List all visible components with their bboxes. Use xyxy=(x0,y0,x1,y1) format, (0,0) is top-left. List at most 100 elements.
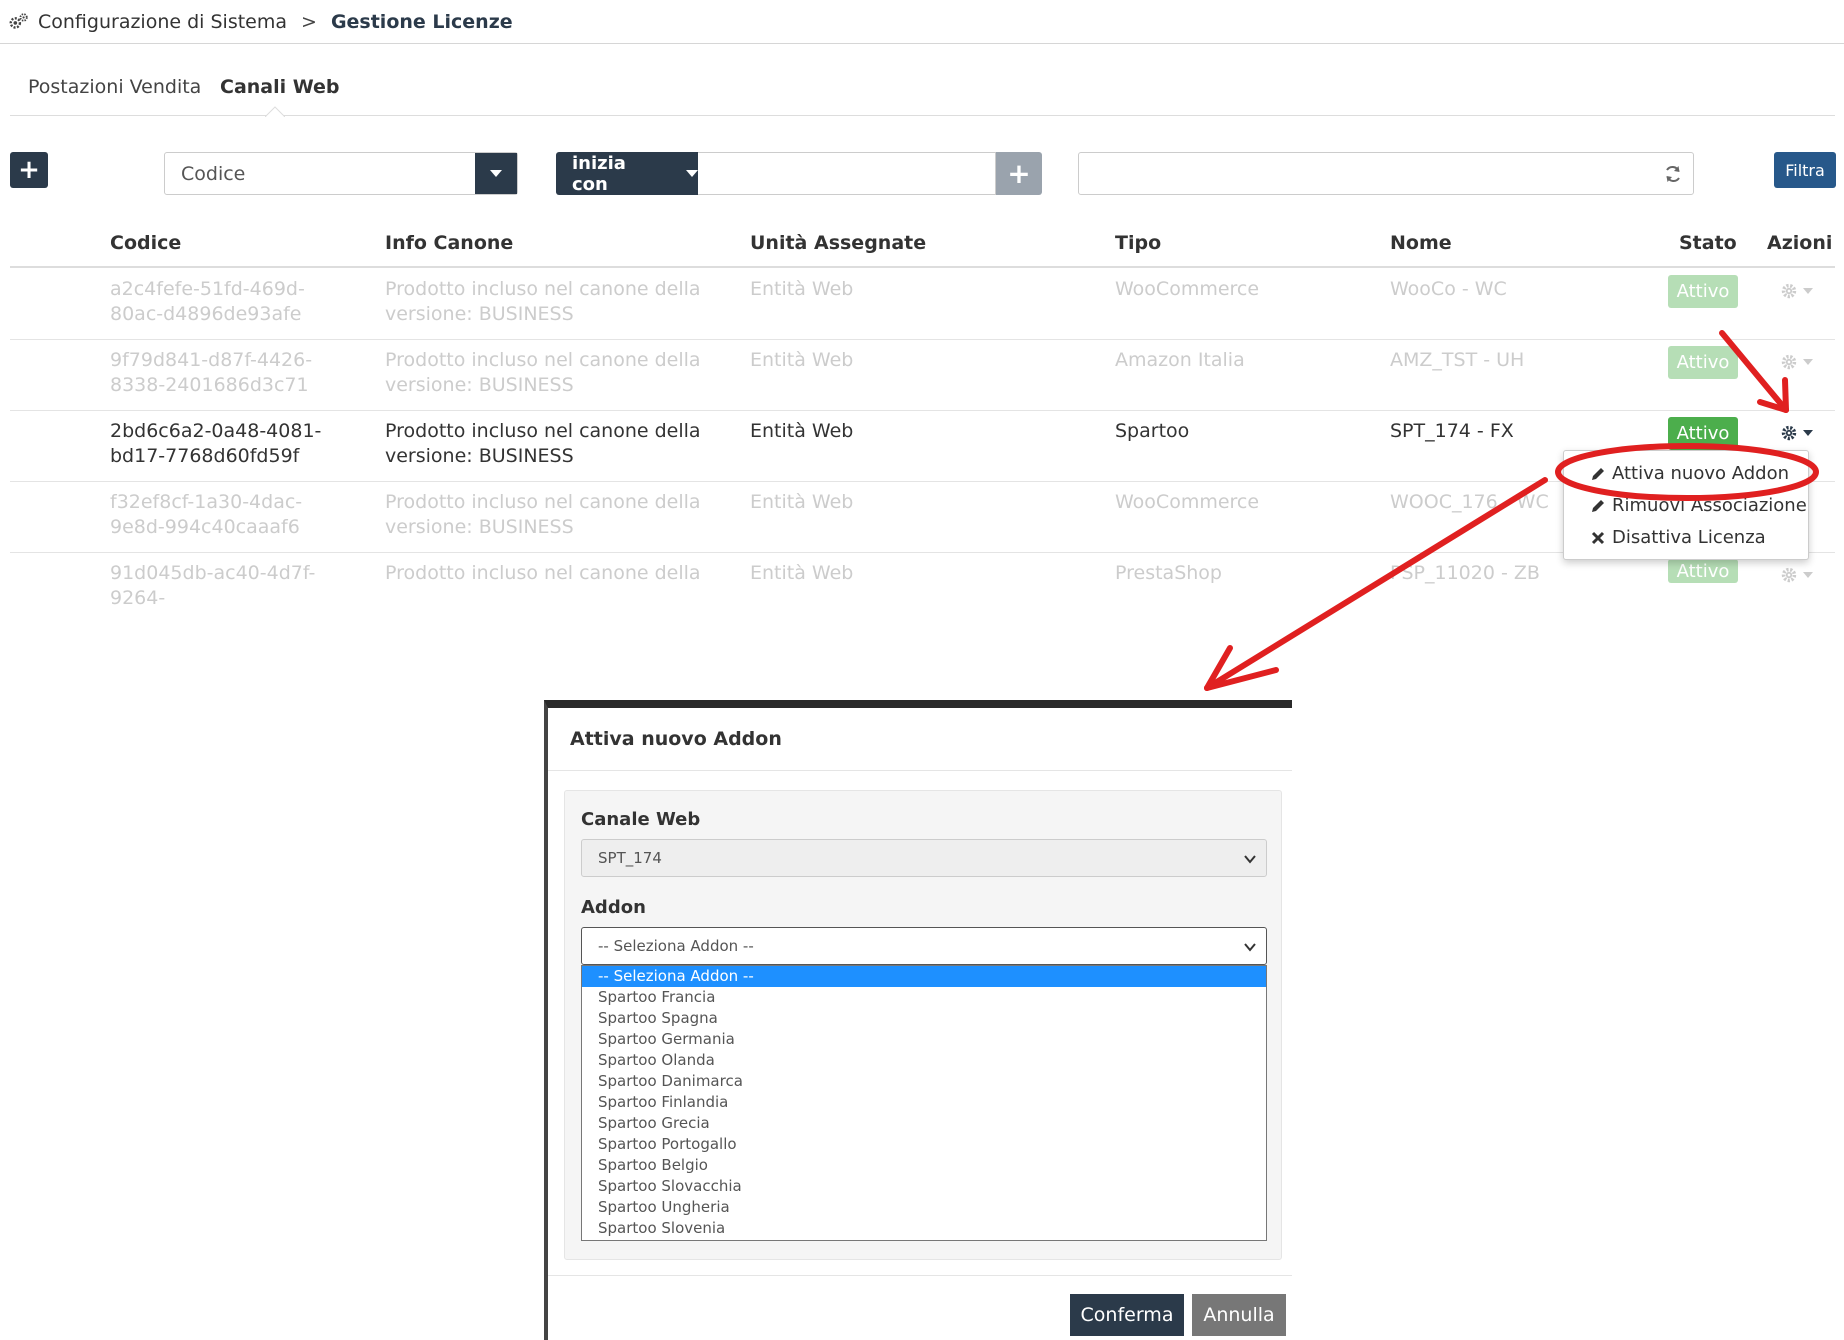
canale-web-select[interactable]: SPT_174 xyxy=(581,839,1267,877)
addon-select[interactable]: -- Seleziona Addon -- xyxy=(581,927,1267,965)
tab-canali-web[interactable]: Canali Web xyxy=(220,76,340,98)
status-badge: Attivo xyxy=(1668,417,1738,450)
caret-down-icon xyxy=(1803,288,1813,294)
addon-option[interactable]: -- Seleziona Addon -- xyxy=(582,966,1266,987)
search-input[interactable] xyxy=(1078,152,1694,195)
tab-postazioni-vendita[interactable]: Postazioni Vendita xyxy=(28,76,201,98)
cell-codice: f32ef8cf-1a30-4dac-9e8d-994c40caaaf6 xyxy=(110,491,303,538)
actions-gear-button[interactable] xyxy=(1780,565,1820,585)
cell-unita: Entità Web xyxy=(750,420,854,442)
field-select[interactable]: Codice xyxy=(164,152,518,195)
col-header-info-canone[interactable]: Info Canone xyxy=(385,232,513,254)
field-select-toggle[interactable] xyxy=(475,153,517,194)
caret-down-icon xyxy=(1803,572,1813,578)
cell-codice: 9f79d841-d87f-4426-8338-2401686d3c71 xyxy=(110,349,313,396)
table-row[interactable]: f32ef8cf-1a30-4dac-9e8d-994c40caaaf6 Pro… xyxy=(10,482,1835,553)
gear-icon xyxy=(1781,425,1797,441)
cell-unita: Entità Web xyxy=(750,278,854,300)
gear-icon xyxy=(1781,354,1797,370)
gear-icon xyxy=(1781,567,1797,583)
addon-option[interactable]: Spartoo Slovenia xyxy=(582,1218,1266,1239)
menu-item-label: Attiva nuovo Addon xyxy=(1612,463,1790,484)
active-tab-caret xyxy=(265,106,285,117)
pencil-icon xyxy=(1592,467,1604,480)
filter-value-input[interactable] xyxy=(698,152,996,195)
cell-nome: PSP_11020 - ZB xyxy=(1390,562,1540,584)
addon-select-value: -- Seleziona Addon -- xyxy=(598,937,754,955)
caret-down-icon xyxy=(1803,430,1813,436)
col-header-codice[interactable]: Codice xyxy=(110,232,181,254)
caret-down-icon xyxy=(1803,359,1813,365)
menu-item-disattiva-licenza[interactable]: Disattiva Licenza xyxy=(1590,527,1766,548)
addon-option[interactable]: Spartoo Portogallo xyxy=(582,1134,1266,1155)
addon-option[interactable]: Spartoo Finlandia xyxy=(582,1092,1266,1113)
modal-title: Attiva nuovo Addon xyxy=(570,728,782,750)
filter-button[interactable]: Filtra xyxy=(1774,152,1836,188)
attiva-addon-modal: Attiva nuovo Addon Canale Web SPT_174 Ad… xyxy=(544,700,1292,1340)
breadcrumb-parent[interactable]: Configurazione di Sistema xyxy=(38,11,287,33)
breadcrumb-current: Gestione Licenze xyxy=(330,10,513,33)
divider xyxy=(548,1275,1292,1276)
times-icon xyxy=(1591,531,1605,544)
table-row[interactable]: a2c4fefe-51fd-469d-80ac-d4896de93afe Pro… xyxy=(10,269,1835,340)
addon-option[interactable]: Spartoo Ungheria xyxy=(582,1197,1266,1218)
cell-tipo: PrestaShop xyxy=(1115,562,1222,584)
table-row[interactable]: 2bd6c6a2-0a48-4081-bd17-7768d60fd59f Pro… xyxy=(10,411,1835,482)
addon-option[interactable]: Spartoo Spagna xyxy=(582,1008,1266,1029)
addon-option[interactable]: Spartoo Germania xyxy=(582,1029,1266,1050)
addon-label: Addon xyxy=(581,897,646,918)
col-header-stato[interactable]: Stato xyxy=(1679,232,1737,254)
cell-nome: WOOC_176 - WC xyxy=(1390,491,1549,513)
cell-info-canone: Prodotto incluso nel canone della versio… xyxy=(385,420,701,467)
table-row[interactable]: 91d045db-ac40-4d7f-9264- Prodotto inclus… xyxy=(10,553,1835,609)
menu-item-rimuovi-associazione[interactable]: Rimuovi Associazione xyxy=(1590,495,1807,516)
confirm-button[interactable]: Conferma xyxy=(1070,1294,1184,1336)
actions-gear-button[interactable] xyxy=(1780,423,1820,443)
cell-nome: WooCo - WC xyxy=(1390,278,1507,300)
breadcrumb-separator: > xyxy=(301,10,317,33)
operator-label: inizia con xyxy=(572,152,626,195)
add-button[interactable]: + xyxy=(10,152,48,188)
cell-codice: a2c4fefe-51fd-469d-80ac-d4896de93afe xyxy=(110,278,305,325)
tab-bar: Postazioni Vendita Canali Web xyxy=(10,70,1835,117)
addon-option[interactable]: Spartoo Grecia xyxy=(582,1113,1266,1134)
col-header-tipo[interactable]: Tipo xyxy=(1115,232,1161,254)
canale-web-value: SPT_174 xyxy=(598,849,662,867)
gear-icon xyxy=(1781,283,1797,299)
menu-item-attiva-addon[interactable]: Attiva nuovo Addon xyxy=(1590,463,1789,484)
cell-tipo: Amazon Italia xyxy=(1115,349,1245,371)
status-badge: Attivo xyxy=(1668,559,1738,583)
cancel-button[interactable]: Annulla xyxy=(1192,1294,1286,1336)
modal-form-panel: Canale Web SPT_174 Addon -- Seleziona Ad… xyxy=(564,790,1282,1260)
refresh-icon[interactable] xyxy=(1663,164,1683,184)
divider xyxy=(548,770,1292,771)
table-row[interactable]: 9f79d841-d87f-4426-8338-2401686d3c71 Pro… xyxy=(10,340,1835,411)
actions-gear-button[interactable] xyxy=(1780,352,1820,372)
operator-dropdown[interactable]: inizia con xyxy=(556,152,698,195)
cell-info-canone: Prodotto incluso nel canone della versio… xyxy=(385,491,701,538)
col-header-unita[interactable]: Unità Assegnate xyxy=(750,232,926,254)
addon-option[interactable]: Spartoo Slovacchia xyxy=(582,1176,1266,1197)
breadcrumb: Configurazione di Sistema > Gestione Lic… xyxy=(0,0,1844,44)
status-badge: Attivo xyxy=(1668,346,1738,379)
addon-option[interactable]: Spartoo Olanda xyxy=(582,1050,1266,1071)
col-header-nome[interactable]: Nome xyxy=(1390,232,1452,254)
add-filter-button[interactable]: + xyxy=(996,152,1042,195)
cell-unita: Entità Web xyxy=(750,491,854,513)
cell-nome: SPT_174 - FX xyxy=(1390,420,1514,442)
cell-tipo: WooCommerce xyxy=(1115,278,1260,300)
addon-option[interactable]: Spartoo Francia xyxy=(582,987,1266,1008)
menu-item-label: Disattiva Licenza xyxy=(1612,527,1766,548)
status-badge: Attivo xyxy=(1668,275,1738,308)
cell-info-canone: Prodotto incluso nel canone della versio… xyxy=(385,349,701,396)
field-select-value: Codice xyxy=(181,162,246,185)
addon-option[interactable]: Spartoo Belgio xyxy=(582,1155,1266,1176)
canale-web-label: Canale Web xyxy=(581,809,701,830)
actions-gear-button[interactable] xyxy=(1780,281,1820,301)
cell-info-canone: Prodotto incluso nel canone della xyxy=(385,562,701,584)
addon-options-list: -- Seleziona Addon -- Spartoo Francia Sp… xyxy=(581,965,1267,1241)
addon-option[interactable]: Spartoo Danimarca xyxy=(582,1071,1266,1092)
menu-item-label: Rimuovi Associazione xyxy=(1612,495,1807,516)
cell-codice: 2bd6c6a2-0a48-4081-bd17-7768d60fd59f xyxy=(110,420,322,467)
cell-codice: 91d045db-ac40-4d7f-9264- xyxy=(110,562,316,609)
